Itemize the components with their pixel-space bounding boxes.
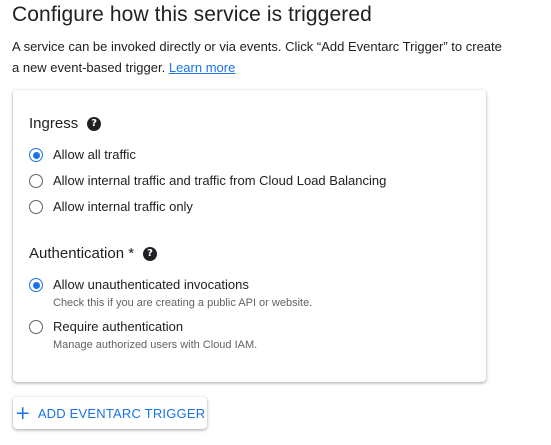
ingress-option-internal-only[interactable]: Allow internal traffic only	[29, 199, 193, 215]
option-label: Allow internal traffic only	[53, 199, 193, 214]
radio-button[interactable]	[29, 200, 43, 214]
learn-more-link[interactable]: Learn more	[169, 60, 235, 75]
radio-button[interactable]	[29, 320, 43, 334]
page-title: Configure how this service is triggered	[12, 3, 372, 26]
trigger-settings-card: Ingress ? Allow all traffic Allow intern…	[13, 90, 486, 382]
option-help-text: Manage authorized users with Cloud IAM.	[53, 339, 258, 351]
option-label: Allow all traffic	[53, 147, 136, 162]
auth-option-require-authentication[interactable]: Require authentication Manage authorized…	[29, 319, 257, 352]
authentication-heading: Authentication * ?	[29, 245, 158, 262]
option-label: Allow unauthenticated invocations	[53, 277, 249, 292]
ingress-option-all-traffic[interactable]: Allow all traffic	[29, 147, 136, 163]
plus-icon: +	[14, 401, 31, 424]
help-circle-icon[interactable]: ?	[87, 116, 102, 131]
radio-button-checked[interactable]	[29, 278, 43, 292]
authentication-title: Authentication *	[29, 245, 135, 262]
add-eventarc-trigger-label: ADD EVENTARC TRIGGER	[37, 405, 206, 421]
description-text: A service can be invoked directly or via…	[12, 39, 502, 75]
option-label: Require authentication	[53, 319, 184, 334]
add-eventarc-trigger-button[interactable]: + ADD EVENTARC TRIGGER	[13, 397, 207, 429]
help-circle-icon[interactable]: ?	[143, 246, 158, 261]
page-description: A service can be invoked directly or via…	[12, 36, 512, 78]
option-label: Allow internal traffic and traffic from …	[53, 173, 387, 188]
radio-button[interactable]	[29, 174, 43, 188]
option-help-text: Check this if you are creating a public …	[53, 297, 313, 309]
auth-option-allow-unauthenticated[interactable]: Allow unauthenticated invocations Check …	[29, 277, 312, 310]
ingress-option-internal-and-lb[interactable]: Allow internal traffic and traffic from …	[29, 173, 386, 189]
ingress-heading: Ingress ?	[29, 115, 102, 132]
ingress-title: Ingress	[29, 115, 79, 132]
radio-button-checked[interactable]	[29, 148, 43, 162]
